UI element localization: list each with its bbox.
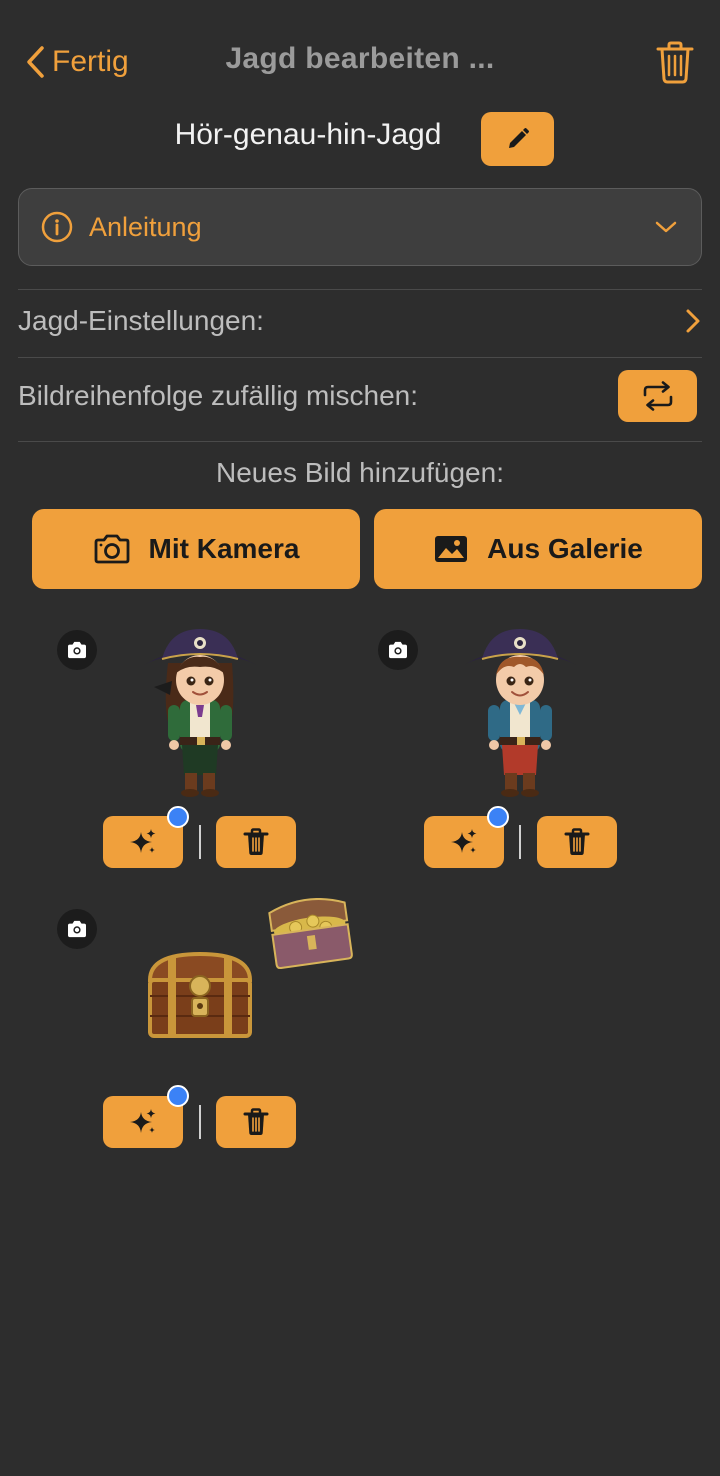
sparkles-icon [130,829,156,853]
pencil-icon [508,128,529,148]
camera-icon [389,641,407,659]
separator [519,825,521,859]
status-dot [167,806,189,828]
info-icon [41,211,73,243]
delete-image-button[interactable] [216,816,296,868]
instructions-disclosure[interactable]: Anleitung [18,188,702,266]
camera-button[interactable]: Mit Kamera [32,509,360,589]
gallery-button[interactable]: Aus Galerie [374,509,702,589]
sparkles-icon [130,1109,156,1133]
camera-badge[interactable] [57,630,97,670]
shuffle-label: Bildreihenfolge zufällig mischen: [18,380,418,411]
divider [18,357,702,358]
trash-icon [564,828,590,855]
separator [199,825,201,859]
instructions-label: Anleitung [89,211,202,242]
hunt-settings-label[interactable]: Jagd-Einstellungen: [18,305,264,337]
chevron-down-icon [655,221,677,233]
treasure-chest-image [147,898,353,1038]
photo-icon [435,536,468,562]
camera-badge[interactable] [378,630,418,670]
delete-hunt-button[interactable] [654,40,696,84]
delete-image-button[interactable] [537,816,617,868]
camera-icon [68,641,86,659]
camera-badge[interactable] [57,909,97,949]
shuffle-icon [643,381,672,411]
camera-icon [94,534,129,564]
gallery-button-label: Aus Galerie [487,533,643,564]
shuffle-button[interactable] [618,370,697,422]
separator [199,1105,201,1139]
status-dot [167,1085,189,1107]
trash-icon [656,41,694,84]
chevron-right-icon[interactable] [684,308,702,334]
status-dot [487,806,509,828]
trash-icon [243,1108,269,1135]
edit-name-button[interactable] [481,112,554,166]
delete-image-button[interactable] [216,1096,296,1148]
trash-icon [243,828,269,855]
pirate-boy-image [464,629,576,797]
add-image-label: Neues Bild hinzufügen: [216,457,504,488]
hunt-name: Hör-genau-hin-Jagd [174,118,442,151]
page-title: Jagd bearbeiten ... [225,42,495,75]
divider [18,441,702,442]
camera-button-label: Mit Kamera [148,533,300,564]
divider [18,289,702,290]
sparkles-icon [451,829,477,853]
camera-icon [68,920,86,938]
pirate-girl-image [144,629,256,797]
